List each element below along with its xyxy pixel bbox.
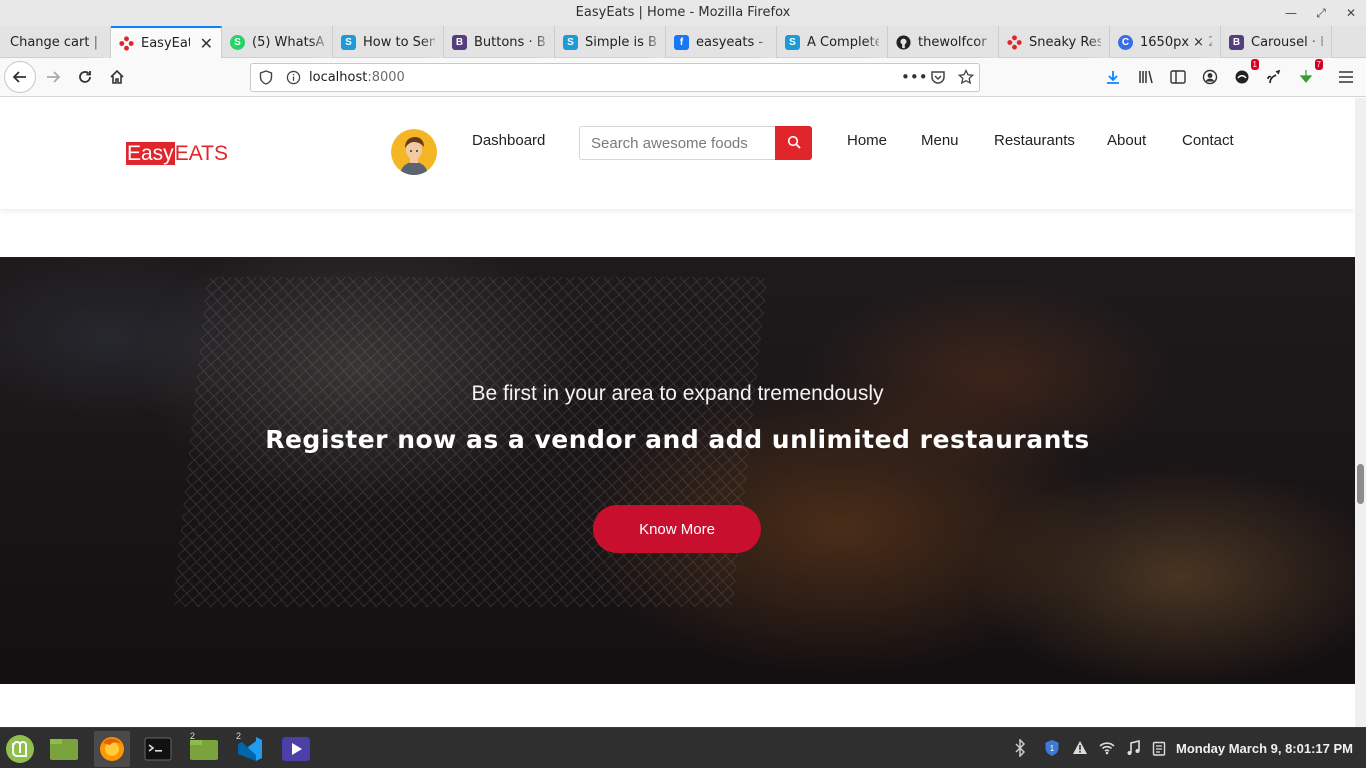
- search-icon: [787, 134, 801, 153]
- c-icon: C: [1118, 34, 1133, 50]
- tab-carousel-bootstrap[interactable]: B Carousel · B: [1221, 26, 1332, 58]
- clock[interactable]: Monday March 9, 8:01:17 PM: [1176, 728, 1353, 769]
- know-more-button[interactable]: Know More: [593, 505, 761, 553]
- tab-1650px[interactable]: C 1650px × 2: [1110, 26, 1221, 58]
- account-icon[interactable]: [1195, 62, 1225, 92]
- files-icon[interactable]: 2: [186, 731, 222, 767]
- nav-dashboard[interactable]: Dashboard: [472, 132, 545, 149]
- tab-change-cart[interactable]: Change cart | D: [0, 26, 111, 58]
- back-button[interactable]: [4, 61, 36, 93]
- navigation-toolbar: localhost:8000 ••• 1 7: [0, 58, 1366, 97]
- bookmark-star-icon[interactable]: [957, 68, 975, 89]
- clipboard-icon[interactable]: [1149, 738, 1169, 758]
- hero-subtitle: Be first in your area to expand tremendo…: [471, 382, 884, 405]
- svg-text:1: 1: [1050, 744, 1055, 753]
- s-icon: S: [563, 34, 578, 50]
- github-icon: [896, 34, 911, 50]
- wifi-icon[interactable]: [1097, 738, 1117, 758]
- reload-button[interactable]: [70, 62, 100, 92]
- extension-badge: 1: [1250, 59, 1259, 70]
- warning-icon[interactable]: [1070, 738, 1090, 758]
- tab-strip: Change cart | D EasyEats ✕ S (5) WhatsA …: [0, 26, 1366, 79]
- show-desktop-icon[interactable]: [46, 731, 82, 767]
- firefox-icon[interactable]: [94, 731, 130, 767]
- url-bar[interactable]: localhost:8000 •••: [250, 63, 980, 92]
- search-input[interactable]: [579, 126, 776, 160]
- tab-whatsapp[interactable]: S (5) WhatsA: [222, 26, 333, 58]
- bootstrap-icon: B: [452, 34, 467, 50]
- shield-icon[interactable]: 1: [1042, 738, 1062, 758]
- site-info-icon[interactable]: [286, 70, 301, 89]
- extension-icon[interactable]: 1: [1227, 59, 1259, 92]
- tab-github[interactable]: thewolfcor: [888, 26, 999, 58]
- hamburger-menu-icon[interactable]: [1331, 62, 1361, 92]
- music-icon[interactable]: [1123, 738, 1143, 758]
- bluetooth-icon[interactable]: [1010, 738, 1030, 758]
- window-title: EasyEats | Home - Mozilla Firefox: [575, 5, 791, 20]
- tab-easyeats[interactable]: EasyEats ✕: [111, 26, 222, 59]
- downloader-badge: 7: [1314, 59, 1323, 70]
- vendor-hero-section: Be first in your area to expand tremendo…: [0, 257, 1355, 684]
- url-text: localhost:8000: [309, 70, 405, 85]
- bootstrap-icon: B: [1229, 34, 1244, 50]
- page-scrollbar[interactable]: [1355, 98, 1366, 727]
- minimize-icon[interactable]: —: [1276, 0, 1306, 26]
- nav-contact[interactable]: Contact: [1182, 132, 1234, 149]
- media-player-icon[interactable]: [278, 731, 314, 767]
- home-button[interactable]: [102, 62, 132, 92]
- search-button[interactable]: [775, 126, 812, 160]
- page-actions-icon[interactable]: •••: [901, 68, 928, 86]
- close-tab-icon[interactable]: ✕: [200, 34, 213, 53]
- tab-label: EasyEats: [141, 36, 190, 51]
- whatsapp-icon: S: [230, 34, 245, 50]
- nav-restaurants[interactable]: Restaurants: [994, 132, 1075, 149]
- nav-home[interactable]: Home: [847, 132, 887, 149]
- tab-buttons-bootstrap[interactable]: B Buttons · B: [444, 26, 555, 58]
- library-icon[interactable]: [1131, 62, 1161, 92]
- page-viewport: EasyEATS Dashboard Home Menu Restaurants: [0, 98, 1355, 727]
- tab-easyeats-facebook[interactable]: f easyeats - D: [666, 26, 777, 58]
- downloads-icon[interactable]: [1098, 62, 1128, 92]
- logo-easy: Easy: [126, 142, 175, 165]
- tracking-protection-icon[interactable]: [259, 70, 273, 89]
- s-icon: S: [341, 34, 356, 50]
- mint-menu-icon[interactable]: [2, 731, 38, 767]
- tab-how-to-send[interactable]: S How to Sen: [333, 26, 444, 58]
- downloader-extension-icon[interactable]: 7: [1291, 59, 1323, 92]
- search-form: [579, 126, 812, 160]
- avatar[interactable]: [391, 129, 437, 175]
- scrollbar-thumb[interactable]: [1357, 464, 1364, 504]
- easyeats-icon: [119, 36, 134, 51]
- nav-menu[interactable]: Menu: [921, 132, 959, 149]
- window-titlebar: EasyEats | Home - Mozilla Firefox — ⤢ ✕: [0, 0, 1366, 26]
- nav-about[interactable]: About: [1107, 132, 1146, 149]
- close-window-icon[interactable]: ✕: [1336, 0, 1366, 26]
- sidebar-icon[interactable]: [1163, 62, 1193, 92]
- s-icon: S: [785, 34, 800, 50]
- tab-a-complete[interactable]: S A Complete: [777, 26, 888, 58]
- hero-headline: Register now as a vendor and add unlimit…: [265, 425, 1090, 454]
- tab-sneaky-res[interactable]: Sneaky Res: [999, 26, 1110, 58]
- facebook-icon: f: [674, 34, 689, 50]
- tab-simple-is-better[interactable]: S Simple is Bo: [555, 26, 666, 58]
- gnome-extension-icon[interactable]: [1259, 62, 1289, 92]
- maximize-icon[interactable]: ⤢: [1306, 0, 1336, 26]
- terminal-icon[interactable]: [140, 731, 176, 767]
- pocket-icon[interactable]: [930, 70, 946, 89]
- site-logo[interactable]: EasyEATS: [126, 142, 228, 165]
- taskbar: 2 2 1 Monday March 9, 8:01:17 PM: [0, 727, 1366, 768]
- logo-eats: EATS: [174, 142, 228, 165]
- forward-button[interactable]: [38, 62, 68, 92]
- easyeats-icon: [1007, 34, 1022, 50]
- vscode-icon[interactable]: 2: [232, 731, 268, 767]
- site-header: EasyEATS Dashboard Home Menu Restaurants: [0, 98, 1355, 209]
